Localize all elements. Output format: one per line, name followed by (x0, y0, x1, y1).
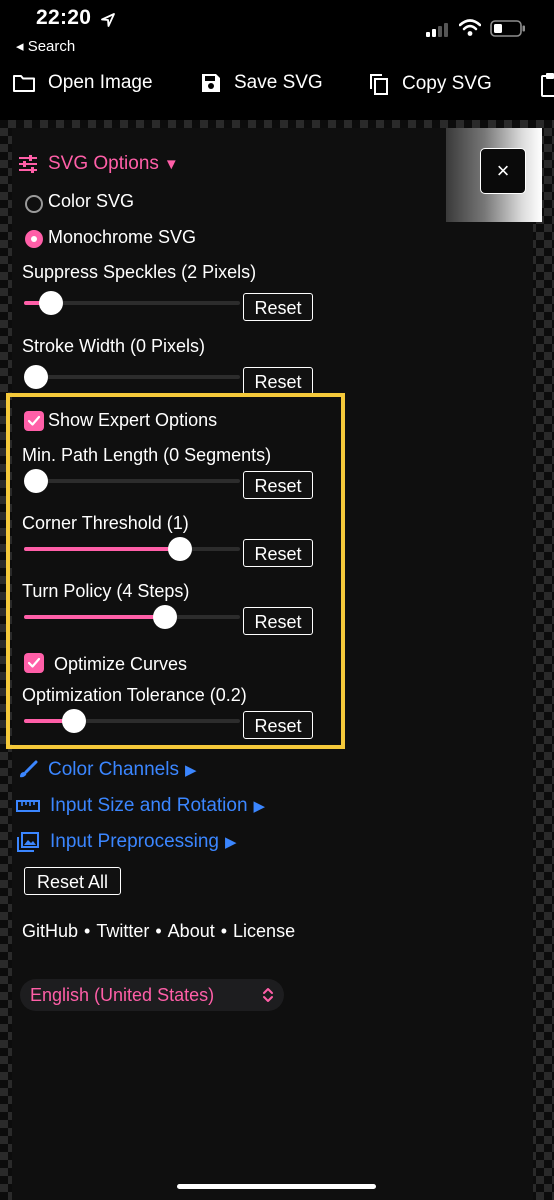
monochrome-svg-radio[interactable] (25, 230, 43, 248)
optimization-tolerance-reset-button[interactable]: Reset (243, 711, 313, 739)
close-icon: × (496, 158, 510, 183)
collapsed-arrow-icon: ▶ (225, 834, 237, 851)
turn-policy-label: Turn Policy (4 Steps) (22, 581, 190, 601)
stroke-width-label: Stroke Width (0 Pixels) (22, 336, 206, 356)
color-svg-radio[interactable] (25, 195, 43, 213)
home-indicator[interactable] (177, 1184, 376, 1189)
color-svg-label: Color SVG (48, 191, 135, 211)
slider-thumb[interactable] (168, 537, 192, 561)
open-image-label: Open Image (48, 72, 153, 93)
wifi-icon (459, 19, 481, 36)
language-select[interactable]: English (United States) (20, 979, 284, 1011)
expand-arrow-icon: ▼ (163, 155, 179, 173)
color-channels-label: Color Channels (48, 759, 179, 780)
min-path-length-reset-button[interactable]: Reset (243, 471, 313, 499)
copy-icon (370, 74, 388, 95)
slider-thumb[interactable] (39, 291, 64, 315)
slider-fill (24, 615, 169, 619)
signal-icon (426, 23, 448, 37)
battery-icon (490, 20, 525, 37)
svg-options-toggle[interactable]: SVG Options ▼ (18, 153, 179, 175)
language-select-value: English (United States) (30, 985, 215, 1005)
back-to-search-link[interactable]: ◂ Search (16, 37, 75, 55)
stroke-width-slider[interactable] (24, 364, 240, 390)
slider-fill (24, 719, 68, 723)
input-size-rotation-label: Input Size and Rotation (50, 795, 248, 816)
close-button[interactable]: × (480, 148, 526, 194)
brush-icon (20, 760, 38, 778)
slider-track (24, 479, 240, 483)
input-preprocessing-label: Input Preprocessing (50, 831, 219, 852)
optimize-curves-checkbox[interactable] (24, 653, 44, 673)
reset-all-button[interactable]: Reset All (24, 867, 121, 895)
image-icon (17, 832, 39, 852)
separator-dot: • (220, 921, 228, 941)
suppress-speckles-slider[interactable] (24, 290, 240, 316)
optimization-tolerance-slider[interactable] (24, 708, 240, 734)
collapsed-arrow-icon: ▶ (253, 798, 266, 815)
save-icon (202, 74, 220, 92)
optimize-curves-label: Optimize Curves (54, 654, 188, 674)
status-time: 22:20 (36, 6, 92, 29)
collapsed-arrow-icon: ▶ (184, 762, 197, 779)
optimization-tolerance-label: Optimization Tolerance (0.2) (22, 685, 247, 705)
svg-options-title: SVG Options (48, 153, 159, 174)
stroke-width-reset-button[interactable]: Reset (243, 367, 313, 395)
location-arrow-icon (101, 13, 115, 27)
monochrome-svg-label: Monochrome SVG (48, 227, 197, 247)
corner-threshold-label: Corner Threshold (1) (22, 513, 189, 533)
min-path-length-label: Min. Path Length (0 Segments) (22, 445, 272, 465)
color-channels-toggle[interactable]: Color Channels ▶ (18, 759, 197, 781)
input-size-rotation-toggle[interactable]: Input Size and Rotation ▶ (16, 795, 265, 817)
toolbar: Open Image Save SVG Copy SVG (0, 62, 554, 108)
app-root: 22:20 ◂ Search Open Image Save SVG Copy … (0, 0, 554, 1200)
show-expert-options-checkbox[interactable] (24, 411, 44, 431)
folder-icon (13, 75, 35, 92)
twitter-link[interactable]: Twitter (96, 921, 149, 941)
github-link[interactable]: GitHub (22, 921, 78, 941)
clipboard-icon[interactable] (540, 72, 554, 98)
checkmark-icon (27, 415, 41, 426)
checkmark-icon (27, 657, 41, 668)
corner-threshold-reset-button[interactable]: Reset (243, 539, 313, 567)
min-path-length-slider[interactable] (24, 468, 240, 494)
turn-policy-slider[interactable] (24, 604, 240, 630)
sliders-icon (19, 155, 37, 173)
slider-thumb[interactable] (24, 365, 48, 389)
slider-fill (24, 547, 186, 551)
copy-svg-button[interactable]: Copy SVG (368, 72, 492, 96)
slider-track (24, 375, 240, 379)
copy-svg-label: Copy SVG (402, 73, 492, 94)
chevron-updown-icon (263, 988, 273, 1002)
turn-policy-reset-button[interactable]: Reset (243, 607, 313, 635)
input-preprocessing-toggle[interactable]: Input Preprocessing ▶ (16, 831, 237, 853)
suppress-speckles-reset-button[interactable]: Reset (243, 293, 313, 321)
about-link[interactable]: About (168, 921, 215, 941)
ruler-icon (16, 800, 40, 812)
slider-thumb[interactable] (152, 605, 177, 629)
separator-dot: • (84, 921, 91, 941)
license-link[interactable]: License (233, 921, 295, 941)
save-svg-label: Save SVG (234, 72, 323, 93)
save-svg-button[interactable]: Save SVG (200, 72, 323, 94)
separator-dot: • (155, 921, 162, 941)
suppress-speckles-label: Suppress Speckles (2 Pixels) (22, 262, 257, 282)
footer-links: GitHub • Twitter • About • License (22, 921, 295, 942)
show-expert-options-label: Show Expert Options (48, 410, 218, 430)
slider-thumb[interactable] (24, 469, 48, 493)
corner-threshold-slider[interactable] (24, 536, 240, 562)
slider-thumb[interactable] (62, 709, 87, 733)
open-image-button[interactable]: Open Image (12, 72, 153, 94)
